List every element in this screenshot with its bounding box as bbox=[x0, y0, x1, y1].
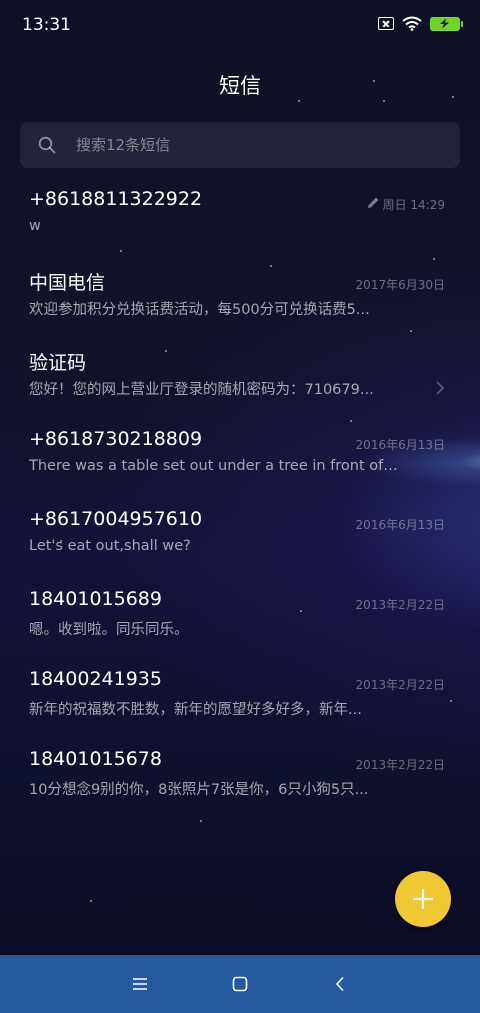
status-bar: 13:31 bbox=[0, 0, 480, 52]
message-sender: 18401015678 bbox=[29, 748, 162, 770]
search-bar[interactable] bbox=[20, 122, 460, 168]
message-folder-item[interactable]: 验证码 您好！您的网上营业厅登录的随机密码为：710679... bbox=[0, 338, 480, 418]
battery-charging-icon bbox=[430, 16, 463, 31]
message-date: 2016年6月13日 bbox=[355, 518, 445, 532]
message-preview: 欢迎参加积分兑换话费活动，每500分可兑换话费5... bbox=[29, 302, 370, 318]
message-item[interactable]: 18401015689 2013年2月22日 嗯。收到啦。同乐同乐。 bbox=[0, 578, 480, 658]
message-item[interactable]: +8618811322922 周日 14:29 w bbox=[0, 178, 480, 258]
back-icon bbox=[335, 976, 344, 992]
message-sender: 18400241935 bbox=[29, 668, 162, 690]
message-date: 2013年2月22日 bbox=[355, 598, 445, 612]
sim-error-icon bbox=[378, 17, 394, 30]
message-sender: +8618730218809 bbox=[29, 428, 203, 450]
message-item[interactable]: 18401015678 2013年2月22日 10分想念9别的你，8张照片7张是… bbox=[0, 738, 480, 818]
menu-icon bbox=[133, 978, 147, 990]
message-preview: 您好！您的网上营业厅登录的随机密码为：710679... bbox=[29, 382, 374, 398]
message-preview: 新年的祝福数不胜数，新年的愿望好多好多，新年... bbox=[29, 702, 362, 718]
message-list: +8618811322922 周日 14:29 w 中国电信 2017年6月30… bbox=[0, 178, 480, 818]
search-icon bbox=[38, 136, 56, 154]
message-date: 2013年2月22日 bbox=[355, 758, 445, 772]
message-preview: There was a table set out under a tree i… bbox=[29, 458, 401, 474]
message-sender: +8618811322922 bbox=[29, 188, 203, 210]
message-sender: 验证码 bbox=[29, 352, 87, 374]
home-icon bbox=[232, 976, 248, 992]
message-date: 周日 14:29 bbox=[382, 198, 445, 212]
pencil-icon bbox=[368, 197, 379, 208]
message-preview: 嗯。收到啦。同乐同乐。 bbox=[29, 622, 189, 638]
search-input[interactable] bbox=[76, 136, 416, 154]
message-date: 2016年6月13日 bbox=[355, 438, 445, 452]
message-sender: 中国电信 bbox=[29, 272, 106, 294]
navigation-bar bbox=[0, 955, 480, 1013]
back-button[interactable] bbox=[320, 964, 360, 1004]
home-button[interactable] bbox=[220, 964, 260, 1004]
page-title: 短信 bbox=[219, 74, 261, 98]
message-preview: w bbox=[29, 218, 41, 234]
message-sender: 18401015689 bbox=[29, 588, 162, 610]
message-item[interactable]: 中国电信 2017年6月30日 欢迎参加积分兑换话费活动，每500分可兑换话费5… bbox=[0, 258, 480, 338]
plus-icon bbox=[413, 889, 433, 909]
message-preview: Let's eat out,shall we? bbox=[29, 538, 191, 554]
message-sender: +8617004957610 bbox=[29, 508, 203, 530]
message-item[interactable]: 18400241935 2013年2月22日 新年的祝福数不胜数，新年的愿望好多… bbox=[0, 658, 480, 738]
message-item[interactable]: +8618730218809 2016年6月13日 There was a ta… bbox=[0, 418, 480, 498]
new-message-button[interactable] bbox=[395, 871, 451, 927]
chevron-right-icon bbox=[436, 381, 445, 395]
message-date: 2017年6月30日 bbox=[355, 278, 445, 292]
message-item[interactable]: +8617004957610 2016年6月13日 Let's eat out,… bbox=[0, 498, 480, 578]
message-preview: 10分想念9别的你，8张照片7张是你，6只小狗5只... bbox=[29, 782, 369, 798]
menu-button[interactable] bbox=[120, 964, 160, 1004]
wifi-icon bbox=[402, 16, 422, 31]
status-icons bbox=[378, 16, 463, 31]
message-date: 2013年2月22日 bbox=[355, 678, 445, 692]
status-time: 13:31 bbox=[22, 15, 71, 35]
